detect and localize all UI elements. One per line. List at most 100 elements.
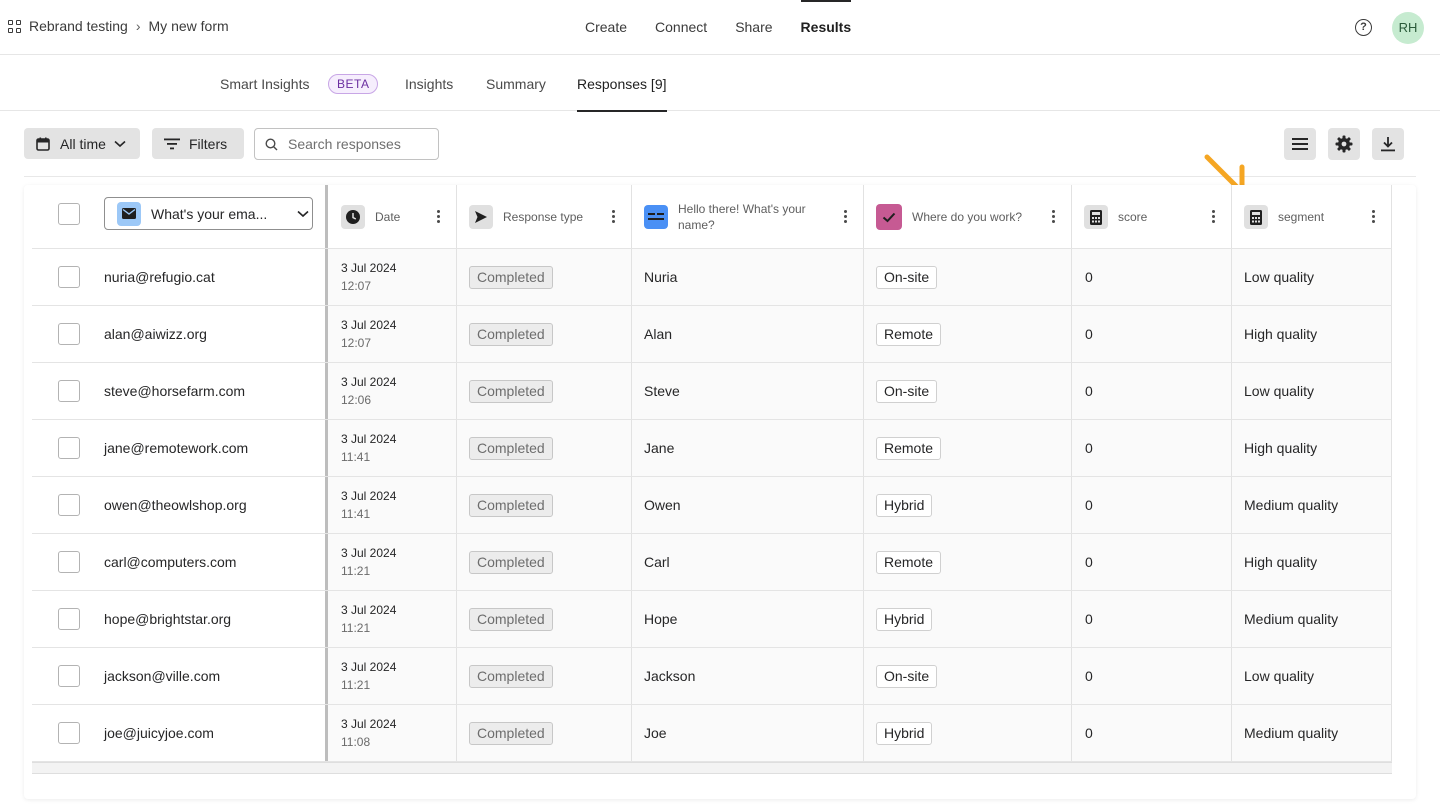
row-checkbox[interactable] <box>58 437 80 459</box>
cell-email[interactable]: alan@aiwizz.org <box>104 326 207 342</box>
column-separator[interactable] <box>456 185 457 762</box>
cell-name[interactable]: Jackson <box>644 668 695 684</box>
search-input[interactable]: Search responses <box>254 128 439 160</box>
table-view-button[interactable] <box>1284 128 1316 160</box>
cell-name[interactable]: Alan <box>644 326 672 342</box>
nav-connect[interactable]: Connect <box>655 0 707 55</box>
work-tag: Hybrid <box>876 722 933 745</box>
column-menu-icon[interactable] <box>612 210 615 223</box>
filter-icon <box>164 138 180 149</box>
column-menu-icon[interactable] <box>437 210 440 223</box>
cell-segment[interactable]: Low quality <box>1244 668 1314 684</box>
row-checkbox[interactable] <box>58 380 80 402</box>
cell-email[interactable]: joe@juicyjoe.com <box>104 725 214 741</box>
row-checkbox[interactable] <box>58 323 80 345</box>
cell-segment[interactable]: Low quality <box>1244 269 1314 285</box>
breadcrumb: Rebrand testing › My new form <box>8 18 229 34</box>
date-value: 3 Jul 2024 <box>341 375 397 389</box>
horizontal-scrollbar[interactable] <box>32 762 1392 774</box>
workspace-grid-icon[interactable] <box>8 19 21 33</box>
cell-name[interactable]: Jane <box>644 440 674 456</box>
date-filter-button[interactable]: All time <box>24 128 140 159</box>
cell-segment[interactable]: High quality <box>1244 554 1317 570</box>
row-checkbox[interactable] <box>58 266 80 288</box>
column-menu-icon[interactable] <box>844 210 847 223</box>
tab-summary[interactable]: Summary <box>486 56 546 111</box>
cell-email[interactable]: carl@computers.com <box>104 554 236 570</box>
cell-name[interactable]: Carl <box>644 554 670 570</box>
column-separator[interactable] <box>1231 185 1232 762</box>
column-separator[interactable] <box>631 185 632 762</box>
cell-score[interactable]: 0 <box>1085 725 1093 741</box>
cell-score[interactable]: 0 <box>1085 554 1093 570</box>
filters-button[interactable]: Filters <box>152 128 244 159</box>
help-icon[interactable]: ? <box>1355 19 1372 36</box>
column-header-work[interactable]: Where do you work? <box>876 185 1046 249</box>
cell-email[interactable]: jackson@ville.com <box>104 668 220 684</box>
cell-segment[interactable]: Medium quality <box>1244 725 1338 741</box>
cell-email[interactable]: nuria@refugio.cat <box>104 269 215 285</box>
cell-name[interactable]: Hope <box>644 611 677 627</box>
column-menu-icon[interactable] <box>1372 210 1375 223</box>
cell-email[interactable]: jane@remotework.com <box>104 440 248 456</box>
select-all-checkbox[interactable] <box>58 203 80 225</box>
row-checkbox[interactable] <box>58 608 80 630</box>
tab-responses[interactable]: Responses [9] <box>577 56 667 112</box>
tab-insights[interactable]: Insights <box>405 56 453 111</box>
cell-email[interactable]: steve@horsefarm.com <box>104 383 245 399</box>
cell-email[interactable]: owen@theowlshop.org <box>104 497 247 513</box>
column-separator[interactable] <box>1391 185 1392 762</box>
column-header-segment[interactable]: segment <box>1244 185 1364 249</box>
cell-name[interactable]: Joe <box>644 725 667 741</box>
rows-icon <box>1292 138 1308 150</box>
breadcrumb-form[interactable]: My new form <box>149 18 229 34</box>
cell-score[interactable]: 0 <box>1085 269 1093 285</box>
cell-score[interactable]: 0 <box>1085 668 1093 684</box>
column-separator[interactable] <box>1071 185 1072 762</box>
cell-name[interactable]: Steve <box>644 383 680 399</box>
row-checkbox[interactable] <box>58 665 80 687</box>
cell-score[interactable]: 0 <box>1085 497 1093 513</box>
email-icon <box>117 201 141 226</box>
chevron-down-icon <box>114 140 126 147</box>
row-checkbox[interactable] <box>58 551 80 573</box>
column-header-score[interactable]: score <box>1084 185 1204 249</box>
column-label: segment <box>1278 210 1325 224</box>
search-placeholder: Search responses <box>288 136 401 152</box>
nav-create[interactable]: Create <box>585 0 627 55</box>
cell-score[interactable]: 0 <box>1085 440 1093 456</box>
download-button[interactable] <box>1372 128 1404 160</box>
row-checkbox[interactable] <box>58 494 80 516</box>
cell-name[interactable]: Owen <box>644 497 681 513</box>
tab-smart-insights[interactable]: Smart Insights <box>220 56 309 111</box>
cell-date: 3 Jul 2024 11:08 <box>341 715 396 751</box>
avatar[interactable]: RH <box>1392 12 1424 44</box>
row-checkbox[interactable] <box>58 722 80 744</box>
nav-results[interactable]: Results <box>800 0 851 55</box>
cell-name[interactable]: Nuria <box>644 269 677 285</box>
frozen-column-divider[interactable] <box>325 185 328 762</box>
cell-email[interactable]: hope@brightstar.org <box>104 611 231 627</box>
status-badge: Completed <box>469 551 553 574</box>
cell-score[interactable]: 0 <box>1085 326 1093 342</box>
cell-segment[interactable]: Medium quality <box>1244 497 1338 513</box>
cell-segment[interactable]: High quality <box>1244 326 1317 342</box>
time-value: 12:06 <box>341 393 372 407</box>
column-header-date[interactable]: Date <box>341 185 451 249</box>
column-separator[interactable] <box>863 185 864 762</box>
cell-segment[interactable]: Medium quality <box>1244 611 1338 627</box>
email-column-select[interactable]: What's your ema... <box>104 197 313 230</box>
cell-score[interactable]: 0 <box>1085 383 1093 399</box>
column-menu-icon[interactable] <box>1212 210 1215 223</box>
cell-segment[interactable]: High quality <box>1244 440 1317 456</box>
breadcrumb-workspace[interactable]: Rebrand testing <box>29 18 128 34</box>
checkmark-icon <box>876 204 902 230</box>
column-header-response-type[interactable]: Response type <box>469 185 619 249</box>
cell-score[interactable]: 0 <box>1085 611 1093 627</box>
nav-share[interactable]: Share <box>735 0 772 55</box>
settings-button[interactable] <box>1328 128 1360 160</box>
column-menu-icon[interactable] <box>1052 210 1055 223</box>
calculator-icon <box>1244 205 1268 229</box>
cell-segment[interactable]: Low quality <box>1244 383 1314 399</box>
column-header-name[interactable]: Hello there! What's your name? <box>644 185 834 249</box>
